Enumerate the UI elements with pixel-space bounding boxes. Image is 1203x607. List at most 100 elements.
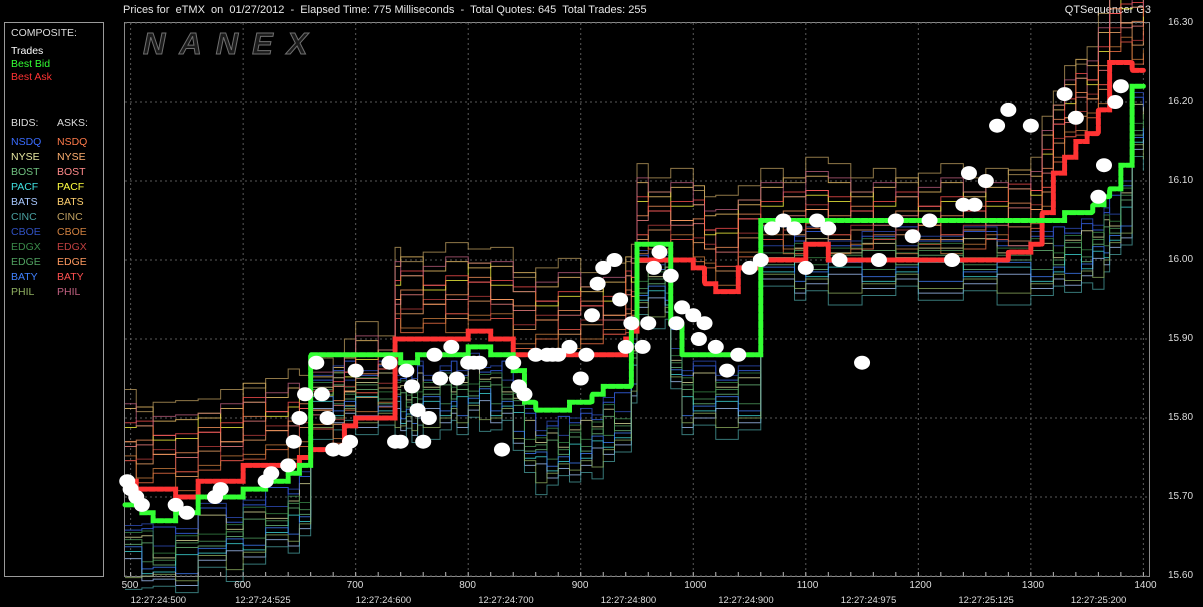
x-time-tick-label: 12:27:25:125 [958, 595, 1014, 606]
x-seq-tick-label: 1000 [684, 580, 707, 591]
x-seq-tick-label: 800 [459, 580, 476, 591]
x-time-tick-label: 12:27:24:500 [130, 595, 187, 606]
trade-point [263, 466, 280, 481]
y-tick-label: 16.00 [1168, 254, 1194, 265]
x-seq-tick-label: 600 [234, 580, 251, 591]
x-time-tick-label: 12:27:24:800 [600, 595, 657, 606]
trade-point [471, 355, 488, 370]
trade-point [415, 434, 432, 449]
trade-point [904, 229, 921, 244]
x-seq-tick-label: 900 [571, 580, 589, 591]
trade-point [707, 339, 724, 354]
trade-point [870, 253, 887, 267]
trade-point [212, 482, 229, 497]
y-tick-label: 15.70 [1168, 491, 1194, 502]
trade-point [786, 221, 803, 236]
x-seq-tick-label: 1300 [1021, 580, 1045, 591]
trade-point [448, 371, 465, 386]
trade-point [651, 245, 668, 260]
y-tick-label: 15.80 [1168, 412, 1194, 423]
trade-point [342, 434, 359, 449]
trade-point [921, 213, 938, 228]
trade-point [719, 363, 736, 378]
trade-point [516, 387, 533, 402]
x-time-tick-label: 12:27:24:975 [840, 595, 897, 606]
exchange-bid-line-bost [125, 125, 1144, 566]
trade-point [578, 347, 595, 362]
trade-point [662, 268, 679, 283]
y-tick-label: 15.90 [1168, 333, 1194, 344]
y-tick-label: 15.60 [1168, 570, 1194, 581]
trade-point [820, 221, 837, 236]
trade-point [285, 434, 302, 449]
trade-point [606, 253, 623, 267]
trade-point [977, 174, 994, 188]
trade-point [612, 292, 629, 307]
trade-point [696, 316, 713, 331]
trade-point [493, 442, 510, 457]
trade-point [280, 458, 297, 473]
x-seq-tick-label: 500 [121, 580, 139, 591]
trade-point [381, 355, 398, 370]
x-seq-tick-label: 700 [346, 580, 364, 591]
exchange-ask-line-cboe [125, 36, 1144, 492]
x-time-tick-label: 12:27:24:700 [478, 595, 534, 606]
trade-point [347, 363, 364, 378]
trade-point [572, 371, 589, 386]
x-time-tick-label: 12:27:24:600 [355, 595, 412, 606]
trade-point [178, 505, 195, 520]
exchange-bid-line-phil [125, 144, 1144, 582]
trade-point [634, 339, 651, 354]
x-seq-tick-label: 1100 [796, 580, 819, 591]
trade-point [617, 339, 634, 354]
exchange-ask-line-phil [125, 0, 1144, 427]
trade-point [730, 347, 747, 362]
trade-point [640, 316, 657, 331]
trade-point [308, 355, 325, 370]
trade-point [583, 308, 600, 323]
best-bid-line [122, 83, 1146, 524]
trade-point [403, 379, 420, 394]
trade-point [668, 316, 685, 331]
x-seq-tick-label: 1400 [1134, 580, 1157, 591]
trade-point [887, 213, 904, 228]
trade-point [291, 411, 308, 425]
trade-point [561, 339, 578, 354]
trade-point [690, 332, 707, 346]
trade-point [1095, 158, 1112, 173]
trade-point [589, 276, 606, 291]
trade-point [831, 253, 848, 267]
trade-point [1056, 87, 1073, 102]
x-time-tick-label: 12:27:24:900 [718, 595, 774, 606]
x-seq-tick-label: 1200 [909, 580, 932, 591]
y-tick-label: 16.10 [1168, 175, 1194, 186]
price-chart [119, 0, 1149, 594]
trade-point [797, 260, 814, 275]
y-tick-label: 16.20 [1168, 96, 1194, 107]
trade-point [1107, 95, 1124, 109]
exchange-ask-line-edgx [125, 27, 1144, 473]
trade-point [313, 387, 330, 402]
trade-point [505, 355, 522, 370]
trade-point [966, 197, 983, 212]
trade-point [944, 253, 961, 267]
trade-point [133, 497, 150, 512]
trade-point [392, 434, 409, 449]
trade-point [420, 411, 437, 425]
trade-point [426, 347, 443, 362]
trade-point [623, 316, 640, 331]
trade-point [1022, 118, 1039, 133]
trade-point [398, 363, 415, 378]
trade-point [1090, 189, 1107, 204]
trade-point [854, 355, 871, 370]
trade-point [432, 371, 449, 386]
trade-point [752, 253, 769, 267]
y-tick-label: 16.30 [1168, 17, 1194, 28]
trade-point [297, 387, 314, 402]
trade-point [1112, 79, 1129, 94]
trade-point [1000, 102, 1017, 117]
x-time-tick-label: 12:27:25:200 [1070, 595, 1127, 606]
x-time-tick-label: 12:27:24:525 [235, 595, 291, 606]
trade-point [989, 118, 1006, 133]
trade-point [645, 260, 662, 275]
